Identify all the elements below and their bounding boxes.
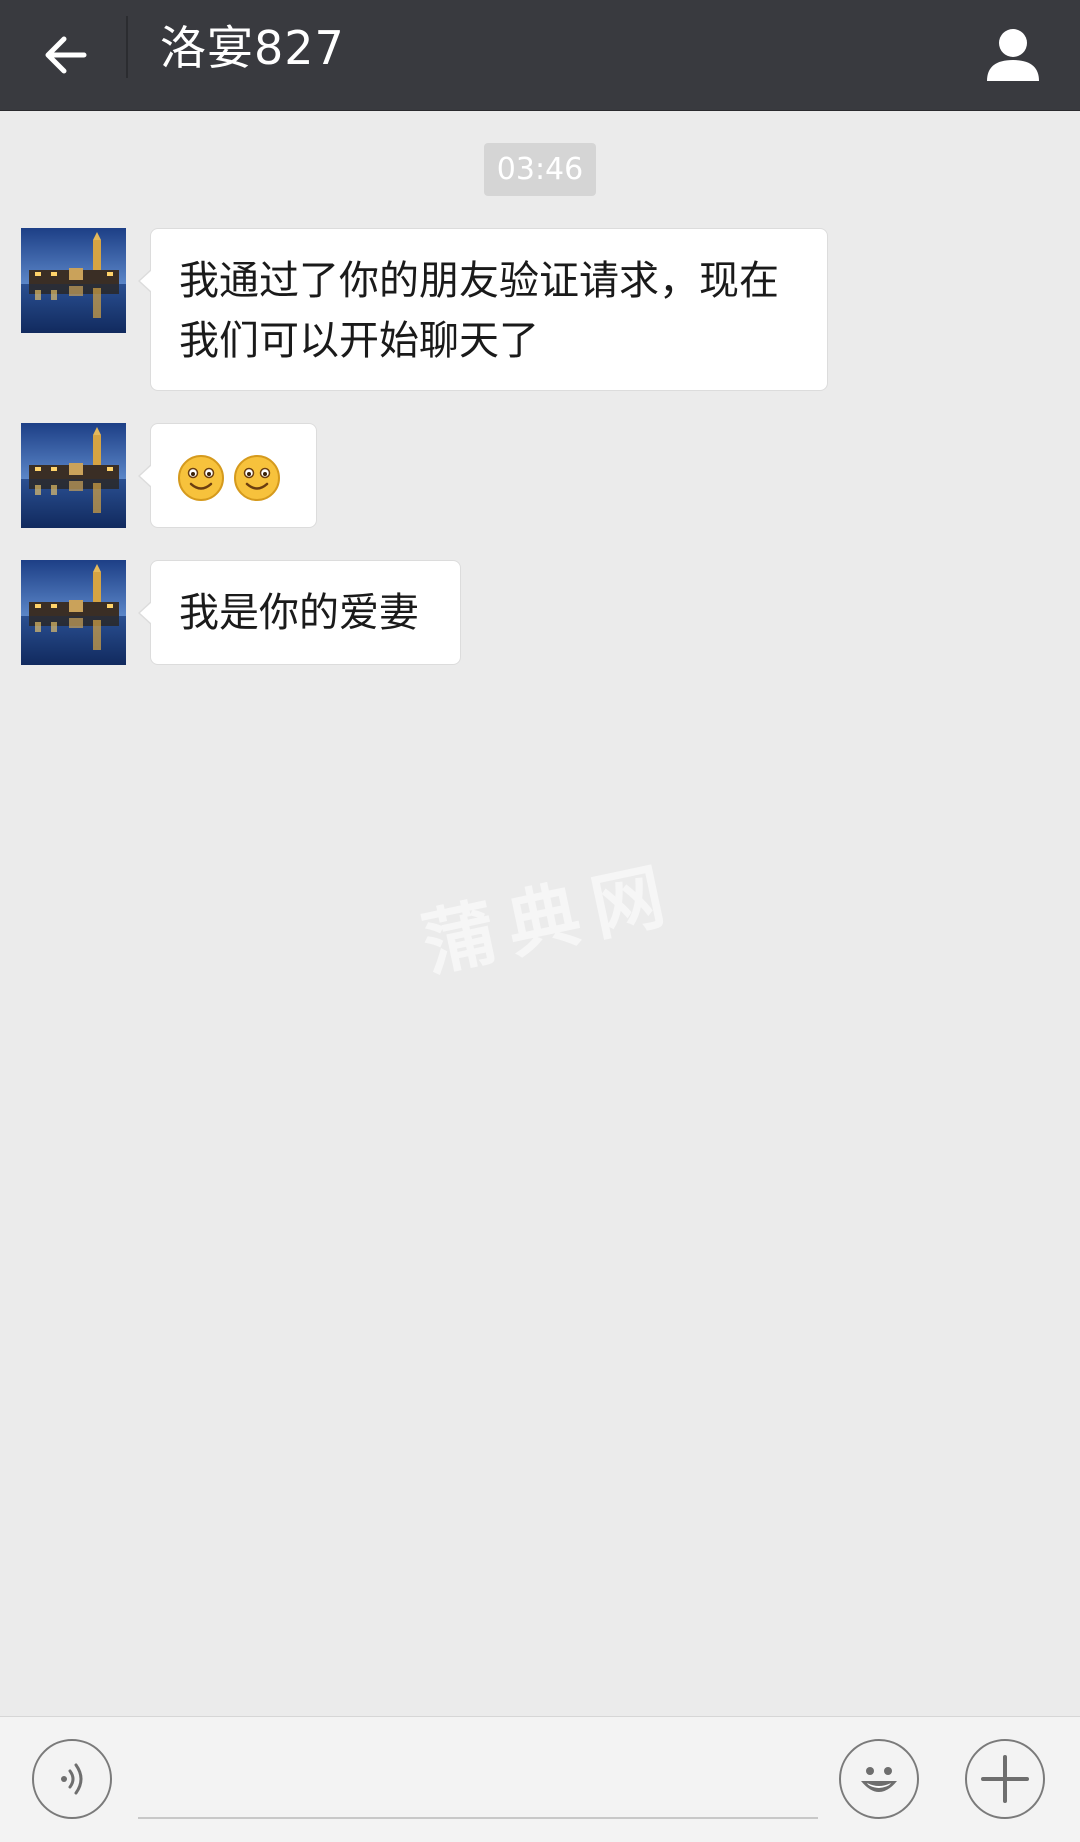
message-text-line: 我通过了你的朋友验证请求，现在 [179,258,779,304]
message-bubble[interactable]: 我通过了你的朋友验证请求，现在 我们可以开始聊天了 [138,228,828,391]
night-city-avatar [21,560,126,665]
contact-avatar[interactable] [21,560,126,665]
message-bubble[interactable]: 我是你的爱妻 [138,560,461,665]
emoji-button[interactable] [839,1739,919,1819]
arrow-left-icon [45,36,87,74]
smile-emoji [178,455,224,501]
smile-emoji [234,455,280,501]
message-timestamp: 03:46 [484,143,596,196]
back-button[interactable] [28,18,102,92]
contact-avatar[interactable] [21,423,126,528]
chat-screen: 洛宴827 03:46 蒲典网 我通过了你的朋友验证请求，现在 我们可以开始聊天… [0,0,1080,1842]
voice-icon [61,1763,83,1795]
message-text-line: 我们可以开始聊天了 [179,318,539,364]
night-city-avatar [21,228,126,333]
watermark: 蒲典网 [415,849,686,987]
person-icon [987,29,1039,81]
emoji-icon [861,1767,897,1792]
message-text-line: 我是你的爱妻 [179,590,419,636]
header-divider [126,16,128,78]
message-input[interactable] [138,1739,818,1819]
input-bar [0,1716,1080,1842]
more-options-button[interactable] [965,1739,1045,1819]
voice-input-button[interactable] [32,1739,112,1819]
chat-info-button[interactable] [976,18,1050,92]
plus-icon [981,1755,1029,1803]
chat-title: 洛宴827 [160,21,345,75]
night-city-avatar [21,423,126,528]
message-bubble[interactable] [138,423,317,528]
contact-avatar[interactable] [21,228,126,333]
chat-header: 洛宴827 [0,0,1080,111]
